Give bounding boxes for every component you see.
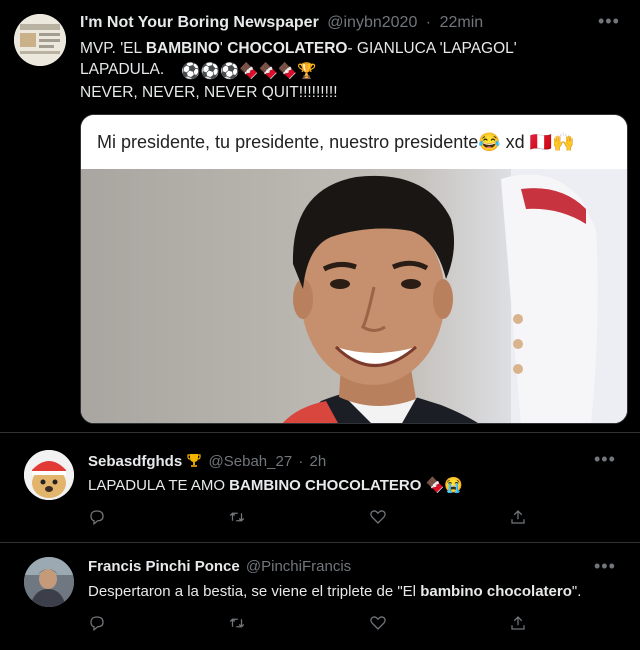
divider — [0, 432, 640, 433]
more-options-icon[interactable]: ••• — [594, 557, 616, 575]
text-segment: Despertaron a la bestia, se viene el tri… — [88, 583, 421, 600]
more-options-icon[interactable]: ••• — [594, 450, 616, 468]
text-segment: MVP. 'EL — [80, 40, 146, 57]
handle[interactable]: @PinchiFrancis — [246, 558, 351, 575]
handle[interactable]: @Sebah_27 — [209, 453, 293, 470]
handle[interactable]: @inybn2020 — [327, 14, 417, 31]
reply-text: LAPADULA TE AMO BAMBINO CHOCOLATERO 🍫😭 — [88, 476, 463, 494]
separator: · — [425, 14, 432, 31]
share-icon[interactable] — [509, 508, 529, 528]
reply-icon[interactable] — [88, 508, 108, 528]
retweet-icon[interactable] — [228, 614, 248, 634]
display-name[interactable]: Francis Pinchi Ponce — [88, 558, 240, 575]
trophy-icon — [186, 452, 202, 468]
timestamp[interactable]: 22min — [440, 14, 484, 31]
display-name[interactable]: Sebasdfghds — [88, 453, 182, 470]
timestamp[interactable]: 2h — [310, 453, 327, 470]
text-bold: BAMBINO — [145, 40, 220, 57]
tweet-header: I'm Not Your Boring Newspaper @inybn2020… — [80, 14, 483, 32]
text-segment: LAPADULA TE AMO — [88, 477, 230, 494]
more-options-icon[interactable]: ••• — [598, 12, 620, 30]
text-bold: CHOCOLATERO — [227, 40, 348, 57]
avatar[interactable] — [24, 557, 74, 607]
main-tweet[interactable]: I'm Not Your Boring Newspaper @inybn2020… — [0, 0, 640, 432]
tweet-header: Sebasdfghds @Sebah_27 · 2h — [88, 452, 326, 470]
like-icon[interactable] — [369, 614, 389, 634]
text-segment: - GIANLUCA 'LAPAGOL' — [347, 40, 517, 57]
emoji-sequence: ⚽⚽⚽🍫🍫🍫🏆 — [181, 63, 317, 80]
tweet-body: MVP. 'EL BAMBINO' CHOCOLATERO- GIANLUCA … — [80, 38, 625, 103]
tweet-line-1: MVP. 'EL BAMBINO' CHOCOLATERO- GIANLUCA … — [80, 38, 625, 59]
caption-emoji: 😂 xd 🇵🇪🙌 — [478, 132, 575, 152]
reply-tweet[interactable]: Francis Pinchi Ponce @PinchiFrancis ••• … — [0, 543, 640, 650]
separator: · — [298, 453, 304, 470]
avatar[interactable] — [24, 450, 74, 500]
avatar[interactable] — [14, 14, 66, 66]
tweet-header: Francis Pinchi Ponce @PinchiFrancis — [88, 558, 351, 575]
tweet-line-2: LAPADULA. ⚽⚽⚽🍫🍫🍫🏆 — [80, 59, 625, 82]
reply-tweet[interactable]: Sebasdfghds @Sebah_27 · 2h ••• LAPADULA … — [0, 436, 640, 542]
text-segment: 🍫😭 — [421, 477, 463, 494]
reply-text: Despertaron a la bestia, se viene el tri… — [88, 583, 581, 600]
tweet-actions — [88, 614, 528, 634]
text-segment: LAPADULA. — [80, 61, 165, 78]
text-bold: bambino chocolatero — [420, 583, 572, 600]
tweet-line-3: NEVER, NEVER, NEVER QUIT!!!!!!!!! — [80, 84, 338, 101]
media-card[interactable]: Mi presidente, tu presidente, nuestro pr… — [80, 114, 628, 424]
text-segment: ". — [571, 583, 582, 600]
share-icon[interactable] — [509, 614, 529, 634]
caption-text: Mi presidente, tu presidente, nuestro pr… — [97, 132, 479, 152]
tweet-actions — [88, 508, 528, 528]
media-caption: Mi presidente, tu presidente, nuestro pr… — [81, 115, 627, 169]
like-icon[interactable] — [369, 508, 389, 528]
text-bold: BAMBINO CHOCOLATERO — [229, 477, 422, 494]
display-name[interactable]: I'm Not Your Boring Newspaper — [80, 14, 319, 31]
media-photo[interactable] — [81, 169, 627, 423]
reply-icon[interactable] — [88, 614, 108, 634]
retweet-icon[interactable] — [228, 508, 248, 528]
